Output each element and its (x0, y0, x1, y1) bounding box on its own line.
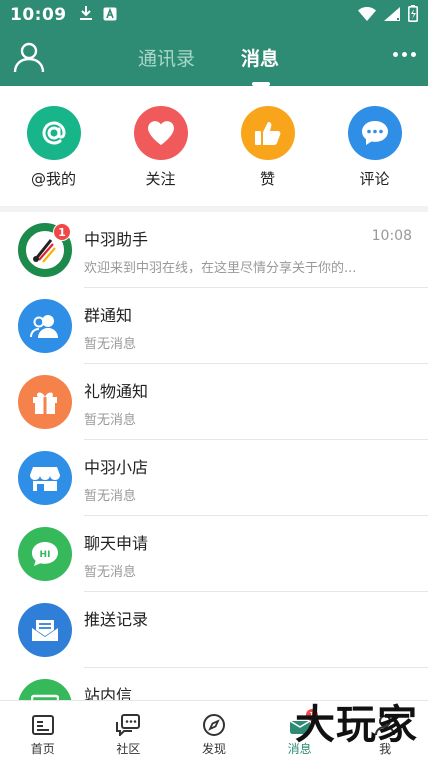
more-menu-button[interactable] (393, 52, 416, 57)
home-feed-icon (31, 713, 55, 737)
heart-icon (133, 106, 188, 160)
watermark-text: 大玩家 (295, 701, 418, 748)
message-item-assistant[interactable]: 1 中羽助手 10:08 欢迎来到中羽在线，在这里尽情分享关于你的... (0, 212, 428, 288)
message-preview: 暂无消息 (84, 413, 137, 428)
tab-messages[interactable]: 消息 (241, 44, 279, 71)
message-title: 站内信 (84, 686, 133, 700)
nav-discover[interactable]: 发现 (171, 701, 257, 762)
user-outline-icon (13, 42, 45, 73)
message-preview: 暂无消息 (84, 565, 137, 580)
message-preview: 暂无消息 (84, 489, 137, 504)
gift-icon (18, 375, 72, 429)
download-icon (79, 5, 93, 25)
thumbs-up-icon (240, 106, 295, 160)
message-title: 中羽助手 (84, 230, 149, 249)
message-item-store[interactable]: 中羽小店 暂无消息 (0, 440, 428, 516)
status-bar: 10:09 (0, 0, 428, 30)
quick-action-comments[interactable]: 评论 (330, 106, 420, 206)
inbox-icon (18, 679, 72, 700)
message-item-chat-request[interactable]: HI 聊天申请 暂无消息 (0, 516, 428, 592)
message-preview: 欢迎来到中羽在线，在这里尽情分享关于你的... (84, 261, 357, 276)
compass-icon (202, 713, 226, 737)
message-item-group-notice[interactable]: 群通知 暂无消息 (0, 288, 428, 364)
quick-action-label: 赞 (259, 170, 275, 188)
tab-contacts[interactable]: 通讯录 (138, 44, 195, 71)
store-icon (18, 451, 72, 505)
comment-icon (347, 106, 402, 160)
profile-button[interactable] (12, 40, 46, 74)
message-item-push-history[interactable]: 推送记录 (0, 592, 428, 668)
message-title: 聊天申请 (84, 534, 149, 553)
status-time: 10:09 (10, 5, 67, 25)
quick-action-label: 评论 (359, 170, 390, 188)
message-title: 礼物通知 (84, 382, 149, 401)
quick-action-follow[interactable]: 关注 (116, 106, 206, 206)
svg-text:HI: HI (40, 550, 51, 560)
app-notification-icon (103, 6, 117, 25)
more-dots-icon (393, 52, 398, 57)
message-title: 群通知 (84, 306, 133, 325)
quick-actions: @我的 关注 赞 评论 (0, 86, 428, 206)
chat-hi-icon: HI (18, 527, 72, 581)
message-title: 推送记录 (84, 610, 149, 629)
nav-label: 首页 (30, 742, 55, 756)
nav-community[interactable]: 社区 (86, 701, 172, 762)
at-icon (26, 106, 81, 160)
battery-charging-icon (408, 4, 418, 26)
message-preview: 暂无消息 (84, 337, 137, 352)
nav-label: 社区 (116, 742, 141, 756)
message-time: 10:08 (371, 228, 412, 244)
message-title: 中羽小店 (84, 458, 149, 477)
quick-action-label: @我的 (30, 170, 76, 188)
message-list: 1 中羽助手 10:08 欢迎来到中羽在线，在这里尽情分享关于你的... 群通知… (0, 212, 428, 700)
quick-action-label: 关注 (145, 170, 176, 188)
message-item-gift-notice[interactable]: 礼物通知 暂无消息 (0, 364, 428, 440)
nav-home[interactable]: 首页 (0, 701, 86, 762)
wifi-icon (358, 6, 376, 25)
badminton-logo-icon: 1 (18, 223, 72, 277)
app-header: 通讯录 消息 (0, 30, 428, 86)
quick-action-likes[interactable]: 赞 (223, 106, 313, 206)
signal-icon (384, 6, 400, 25)
unread-badge: 1 (53, 223, 71, 241)
group-icon (18, 299, 72, 353)
quick-action-mentions[interactable]: @我的 (9, 106, 99, 206)
mail-tray-icon (18, 603, 72, 657)
nav-label: 发现 (201, 742, 226, 756)
community-icon (116, 713, 141, 737)
